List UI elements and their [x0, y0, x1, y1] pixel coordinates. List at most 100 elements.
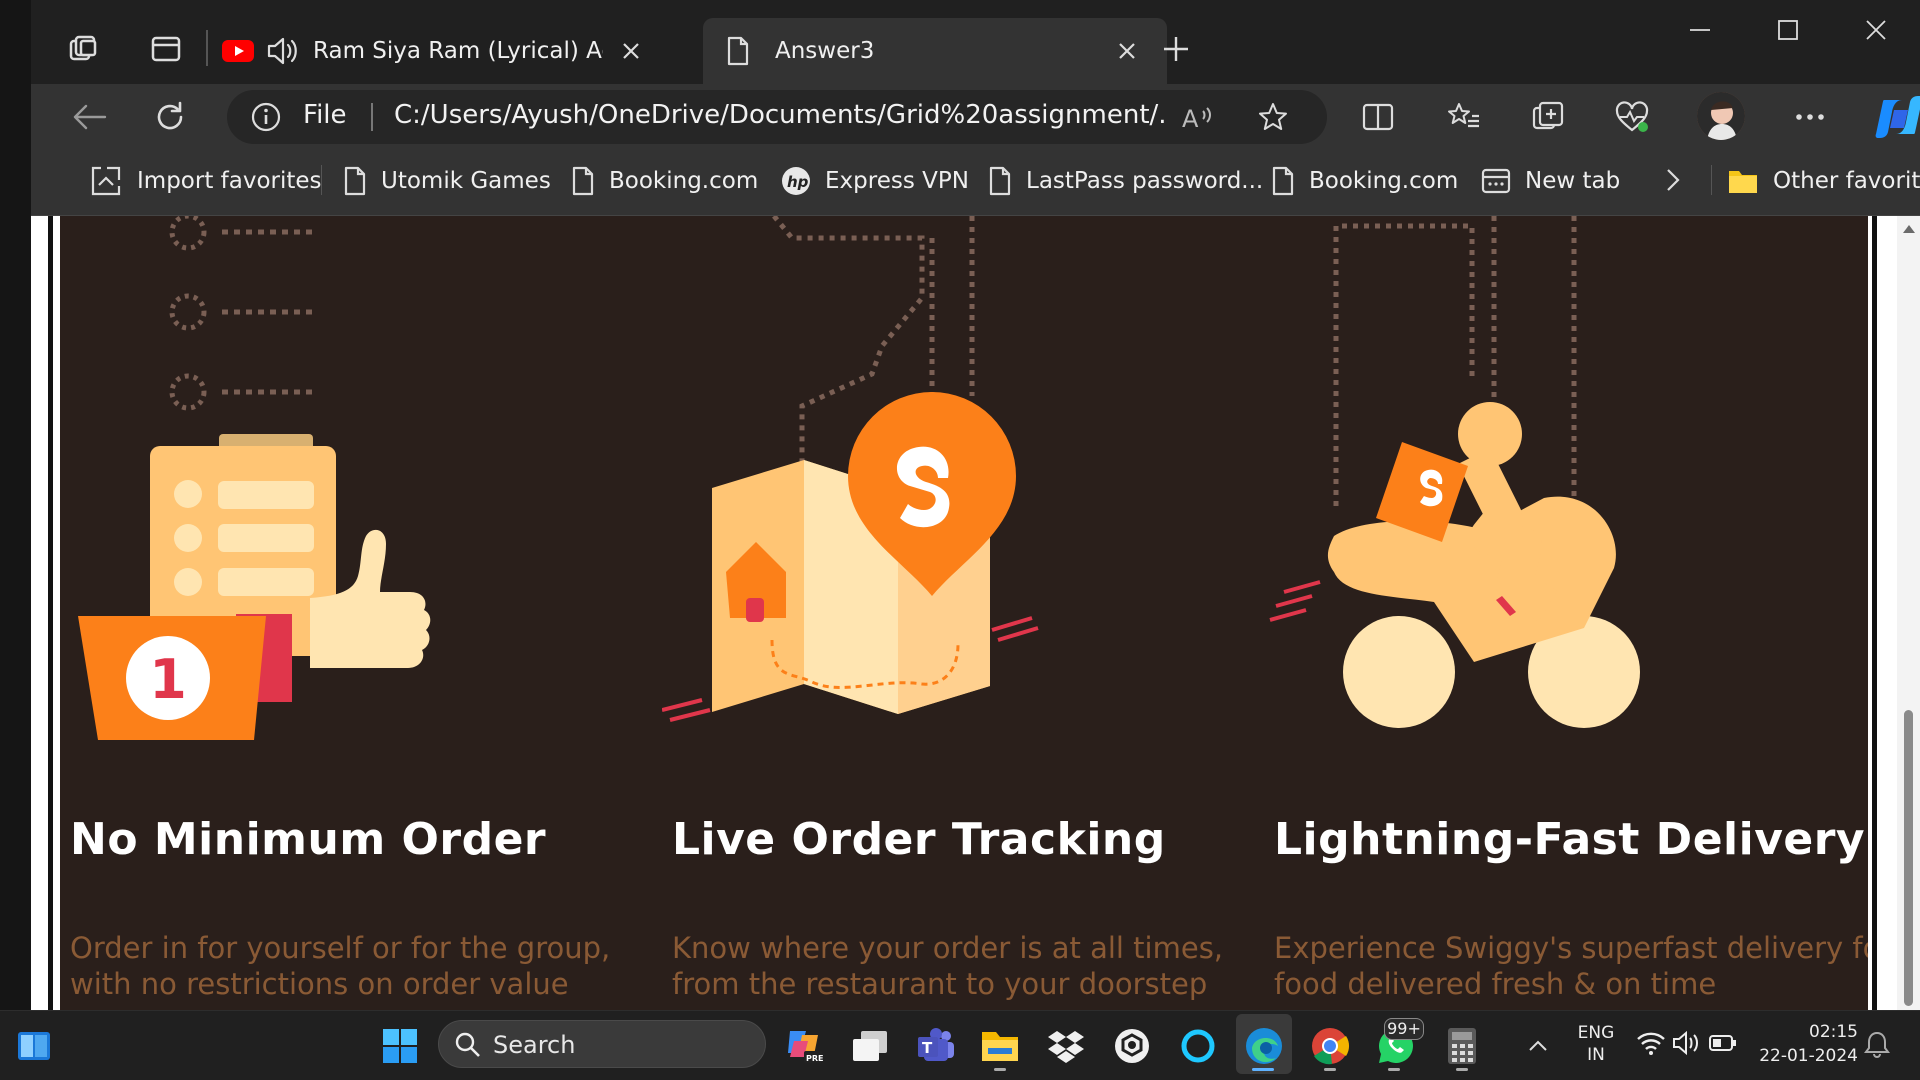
edge-icon[interactable]	[1240, 1022, 1288, 1070]
browser-essentials-icon[interactable]	[1607, 92, 1657, 142]
back-icon[interactable]	[65, 92, 115, 142]
scroll-up-arrow-icon[interactable]	[1902, 224, 1916, 234]
youtube-icon	[221, 39, 255, 63]
profile-avatar[interactable]	[1697, 92, 1745, 140]
tab-answer3[interactable]: Answer3	[703, 18, 1167, 84]
browser-chrome: Ram Siya Ram (Lyrical) Adip Answer3	[31, 0, 1920, 216]
copilot-preview-icon[interactable]: PRE	[780, 1022, 828, 1070]
chrome-icon[interactable]	[1306, 1022, 1354, 1070]
region-code: IN	[1587, 1045, 1605, 1065]
wifi-icon[interactable]	[1636, 1030, 1668, 1058]
refresh-icon[interactable]	[145, 92, 195, 142]
tab-separator	[206, 30, 208, 66]
speaker-icon[interactable]	[263, 36, 301, 66]
tab-actions-icon[interactable]	[143, 26, 189, 72]
tab-title: Ram Siya Ram (Lyrical) Adip	[313, 38, 603, 64]
favorite-booking-1[interactable]: Booking.com	[571, 161, 758, 201]
favorite-label: Booking.com	[609, 168, 759, 194]
language-code: ENG	[1577, 1023, 1615, 1043]
notification-count-badge: 99+	[1384, 1018, 1424, 1040]
running-indicator	[1388, 1068, 1400, 1071]
chevron-up-icon[interactable]	[1514, 1022, 1562, 1070]
task-view-icon[interactable]	[846, 1022, 894, 1070]
read-aloud-icon[interactable]: A	[1181, 100, 1217, 134]
page-left-border	[48, 216, 53, 1010]
page-icon	[988, 166, 1012, 196]
favorite-newtab[interactable]: New tab	[1481, 161, 1620, 201]
cortana-icon[interactable]	[1174, 1022, 1222, 1070]
address-bar[interactable]: File C:/Users/Ayush/OneDrive/Documents/G…	[227, 90, 1327, 144]
favorite-star-icon[interactable]	[1255, 100, 1291, 134]
collections-icon[interactable]	[1523, 92, 1573, 142]
feature-description: Experience Swiggy's superfast delivery f…	[1274, 930, 1868, 1002]
workspaces-icon[interactable]	[61, 26, 107, 72]
new-tab-icon[interactable]	[1153, 26, 1199, 72]
feature-description-line: Know where your order is at all times,	[672, 931, 1224, 965]
vertical-scrollbar[interactable]	[1897, 216, 1920, 1010]
favorite-label: LastPass password...	[1026, 168, 1264, 194]
calculator-icon[interactable]	[1438, 1022, 1486, 1070]
tab-youtube[interactable]: Ram Siya Ram (Lyrical) Adip	[221, 18, 691, 84]
teams-icon[interactable]: T	[912, 1022, 960, 1070]
favorite-label: Express VPN	[825, 168, 969, 194]
more-options-icon[interactable]	[1785, 92, 1835, 142]
url-text[interactable]: C:/Users/Ayush/OneDrive/Documents/Grid%2…	[394, 100, 1164, 130]
clock-time: 02:15	[1809, 1022, 1858, 1042]
fav-separator	[321, 165, 322, 195]
notification-bell-icon[interactable]	[1864, 1030, 1894, 1060]
tab-title: Answer3	[775, 38, 875, 64]
close-tab-icon[interactable]	[613, 42, 649, 60]
page-right-border	[1872, 216, 1877, 1010]
maximize-icon[interactable]	[1753, 0, 1823, 60]
features-section: 1 No Minimum Order Order in for yourself…	[60, 216, 1868, 1010]
scrollbar-thumb[interactable]	[1904, 710, 1913, 1006]
volume-icon[interactable]	[1672, 1030, 1704, 1058]
start-menu-icon[interactable]	[376, 1022, 424, 1070]
favorite-expressvpn[interactable]: hp Express VPN	[781, 161, 969, 201]
running-indicator	[994, 1068, 1006, 1071]
running-indicator	[1456, 1068, 1468, 1071]
system-clock[interactable]: 02:15 22-01-2024	[1748, 1020, 1858, 1068]
tab-bar: Ram Siya Ram (Lyrical) Adip Answer3	[31, 0, 1920, 84]
taskbar-search-box[interactable]: Search	[438, 1020, 766, 1068]
svg-text:A: A	[1182, 105, 1199, 131]
feature-title: Lightning-Fast Delivery	[1274, 814, 1866, 865]
clock-date: 22-01-2024	[1759, 1046, 1858, 1066]
chevron-right-icon[interactable]	[1653, 160, 1693, 200]
split-screen-icon[interactable]	[1353, 92, 1403, 142]
favorite-utomik[interactable]: Utomik Games	[343, 161, 551, 201]
copilot-icon[interactable]	[1871, 90, 1920, 144]
feature-description-line: with no restrictions on order value	[70, 967, 569, 1001]
battery-icon[interactable]	[1708, 1032, 1740, 1056]
folder-icon	[1727, 167, 1759, 195]
other-favorites[interactable]: Other favorites	[1727, 161, 1920, 201]
background-window-strip	[0, 0, 31, 1010]
feature-description-line: food delivered fresh & on time	[1274, 967, 1717, 1001]
document-icon	[721, 36, 755, 66]
info-icon[interactable]	[249, 100, 283, 134]
feature-title: Live Order Tracking	[672, 814, 1166, 865]
favorite-import[interactable]: Import favorites	[89, 161, 322, 201]
page-icon	[1271, 166, 1295, 196]
svg-text:PRE: PRE	[806, 1054, 824, 1063]
delivery-scooter-illustration	[1269, 216, 1640, 728]
close-window-icon[interactable]	[1841, 0, 1911, 60]
task-view-left-icon[interactable]	[10, 1022, 58, 1070]
dropbox-icon[interactable]	[1042, 1022, 1090, 1070]
map-pin-illustration	[662, 216, 1039, 722]
search-icon	[455, 1032, 480, 1057]
favorite-lastpass[interactable]: LastPass password...	[988, 161, 1263, 201]
import-icon	[89, 165, 123, 197]
favorites-icon[interactable]	[1439, 92, 1489, 142]
close-tab-icon[interactable]	[1109, 42, 1145, 60]
favorite-booking-2[interactable]: Booking.com	[1271, 161, 1458, 201]
svg-text:T: T	[922, 1039, 933, 1057]
language-indicator[interactable]: ENG IN	[1566, 1022, 1626, 1066]
chatgpt-icon[interactable]	[1108, 1022, 1156, 1070]
favorite-label: Import favorites	[137, 168, 322, 194]
file-explorer-icon[interactable]	[976, 1022, 1024, 1070]
minimize-icon[interactable]	[1665, 0, 1735, 60]
address-separator	[371, 103, 373, 131]
feature-description-line: Order in for yourself or for the group,	[70, 931, 611, 965]
feature-description: Order in for yourself or for the group, …	[70, 930, 670, 1002]
